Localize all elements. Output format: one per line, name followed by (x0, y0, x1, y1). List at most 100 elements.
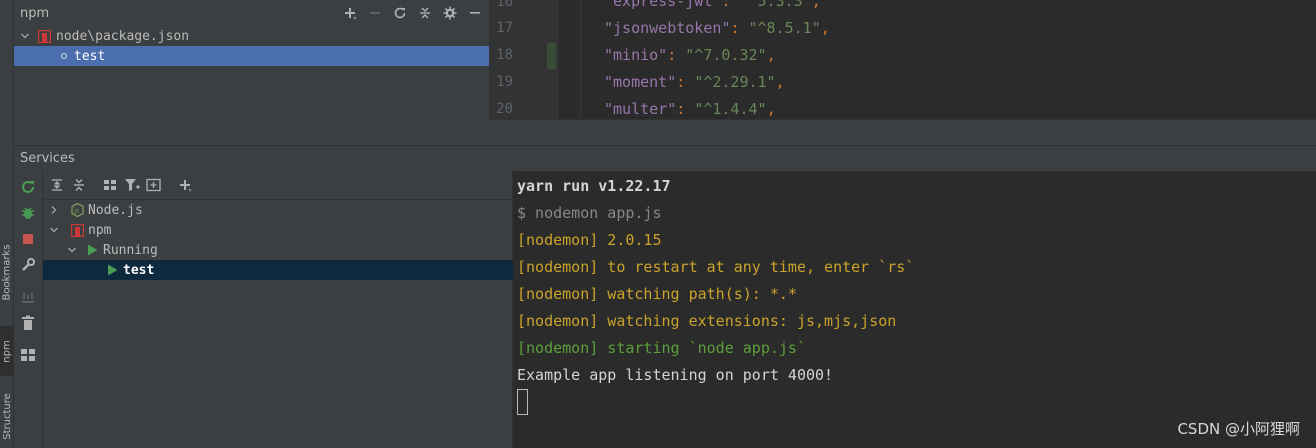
npm-tree-package-json[interactable]: node\package.json (14, 26, 489, 46)
chevron-down-icon[interactable] (18, 31, 32, 41)
console-line: Example app listening on port 4000! (517, 366, 834, 384)
svg-text:js: js (73, 208, 79, 215)
minimize-icon[interactable] (464, 3, 485, 23)
json-key: "multer" (604, 100, 677, 118)
remove-icon[interactable] (364, 3, 385, 23)
json-comma: , (766, 46, 776, 64)
side-tab-structure[interactable]: Structure (0, 384, 14, 448)
code-line: "jsonwebtoken": "^8.5.1", (604, 19, 830, 37)
code-line: "minio": "^7.0.32", (604, 46, 776, 64)
services-tree-label: Node.js (88, 202, 143, 218)
services-tree-label: Running (103, 242, 158, 258)
npm-tree-label: node\package.json (56, 28, 190, 44)
chevron-down-icon[interactable] (47, 225, 61, 235)
code-line: "multer": "^1.4.4", (604, 100, 776, 118)
sort-icon[interactable] (18, 287, 38, 307)
json-colon: : (667, 46, 686, 64)
side-tab-structure-label: Structure (1, 392, 13, 440)
nodejs-icon: js (71, 203, 84, 217)
services-tree-npm[interactable]: npm (43, 220, 513, 240)
watermark: CSDN @小阿狸啊 (1177, 420, 1300, 438)
services-tree-running[interactable]: Running (43, 240, 513, 260)
npm-icon (38, 29, 51, 43)
console-line: [nodemon] 2.0.15 (517, 231, 662, 249)
npm-icon (71, 223, 84, 237)
collapse-all-icon[interactable] (68, 175, 89, 195)
json-comma: , (766, 100, 776, 118)
filter-icon[interactable] (121, 175, 142, 195)
reload-icon[interactable] (389, 3, 410, 23)
side-tab-npm-label: npm (1, 339, 13, 363)
services-tree-test[interactable]: test (43, 260, 513, 280)
wrench-icon[interactable] (18, 255, 38, 275)
add-icon[interactable] (174, 175, 195, 195)
json-value: "^1.4.4" (694, 100, 767, 118)
run-icon (107, 264, 118, 276)
layout-icon[interactable] (18, 345, 38, 365)
json-colon: : (721, 0, 740, 10)
json-value: "^7.0.32" (685, 46, 767, 64)
expand-all-icon[interactable] (46, 175, 67, 195)
services-toolbar (43, 171, 513, 200)
code-editor[interactable]: 16 17 18 19 20 "express-jwt": "^5.3.3", … (489, 0, 1316, 120)
npm-tree-label: test (74, 48, 106, 64)
console-line: [nodemon] to restart at any time, enter … (517, 258, 915, 276)
stop-icon[interactable] (18, 229, 38, 249)
group-icon[interactable] (99, 175, 120, 195)
collapse-all-icon[interactable] (414, 3, 435, 23)
json-key: "express-jwt" (604, 0, 722, 10)
line-number: 16 (496, 0, 513, 10)
console-line: [nodemon] starting `node app.js` (517, 339, 806, 357)
trash-icon[interactable] (18, 313, 38, 333)
add-icon[interactable] (339, 3, 360, 23)
line-number: 20 (496, 101, 513, 117)
side-tab-bookmarks[interactable]: Bookmarks (0, 226, 14, 318)
json-colon: : (730, 19, 749, 37)
json-colon: : (676, 100, 695, 118)
npm-tool-window: npm node\package.json test (14, 0, 489, 145)
gutter-separator (557, 0, 558, 120)
chevron-right-icon[interactable] (47, 205, 61, 215)
json-value: "^2.29.1" (694, 73, 776, 91)
json-key: "minio" (604, 46, 668, 64)
services-title: Services (20, 151, 75, 166)
run-icon (87, 244, 98, 256)
npm-header: npm (14, 0, 489, 26)
json-value: "^8.5.1" (748, 19, 821, 37)
npm-toolbar (339, 3, 485, 23)
chevron-down-icon[interactable] (65, 245, 79, 255)
indent-guide (580, 0, 581, 120)
run-console[interactable]: yarn run v1.22.17 $ nodemon app.js [node… (513, 171, 1316, 448)
services-action-bar (14, 171, 43, 448)
side-tab-npm[interactable]: npm (0, 326, 14, 376)
editor-bottom-bar (489, 119, 1316, 145)
json-key: "jsonwebtoken" (604, 19, 731, 37)
npm-tree-script-test[interactable]: test (14, 46, 489, 66)
npm-panel-title: npm (20, 5, 50, 21)
json-key: "moment" (604, 73, 677, 91)
debug-icon[interactable] (18, 203, 38, 223)
script-dot-icon (60, 52, 68, 60)
code-line: "moment": "^2.29.1", (604, 73, 785, 91)
services-tree-nodejs[interactable]: js Node.js (43, 200, 513, 220)
json-comma: , (811, 0, 821, 10)
json-comma: , (820, 19, 830, 37)
vcs-change-marker[interactable] (547, 43, 556, 69)
editor-gutter: 16 17 18 19 20 (489, 0, 557, 120)
console-line: [nodemon] watching path(s): *.* (517, 285, 797, 303)
services-tree-label: npm (88, 222, 112, 238)
json-colon: : (676, 73, 695, 91)
services-header: Services (14, 145, 1316, 171)
services-tree-panel: js Node.js npm Running test (43, 171, 513, 448)
new-tab-icon[interactable] (143, 175, 164, 195)
gear-icon[interactable] (439, 3, 460, 23)
line-number: 19 (496, 74, 513, 90)
console-input-cursor[interactable] (517, 389, 528, 415)
console-line: yarn run v1.22.17 (517, 177, 671, 195)
code-line: "express-jwt": "^5.3.3", (604, 0, 821, 10)
services-tree-label: test (123, 262, 155, 278)
rerun-icon[interactable] (18, 177, 38, 197)
side-tab-bookmarks-label: Bookmarks (1, 244, 13, 300)
json-value: "^5.3.3" (739, 0, 812, 10)
console-line: $ nodemon app.js (517, 204, 662, 222)
